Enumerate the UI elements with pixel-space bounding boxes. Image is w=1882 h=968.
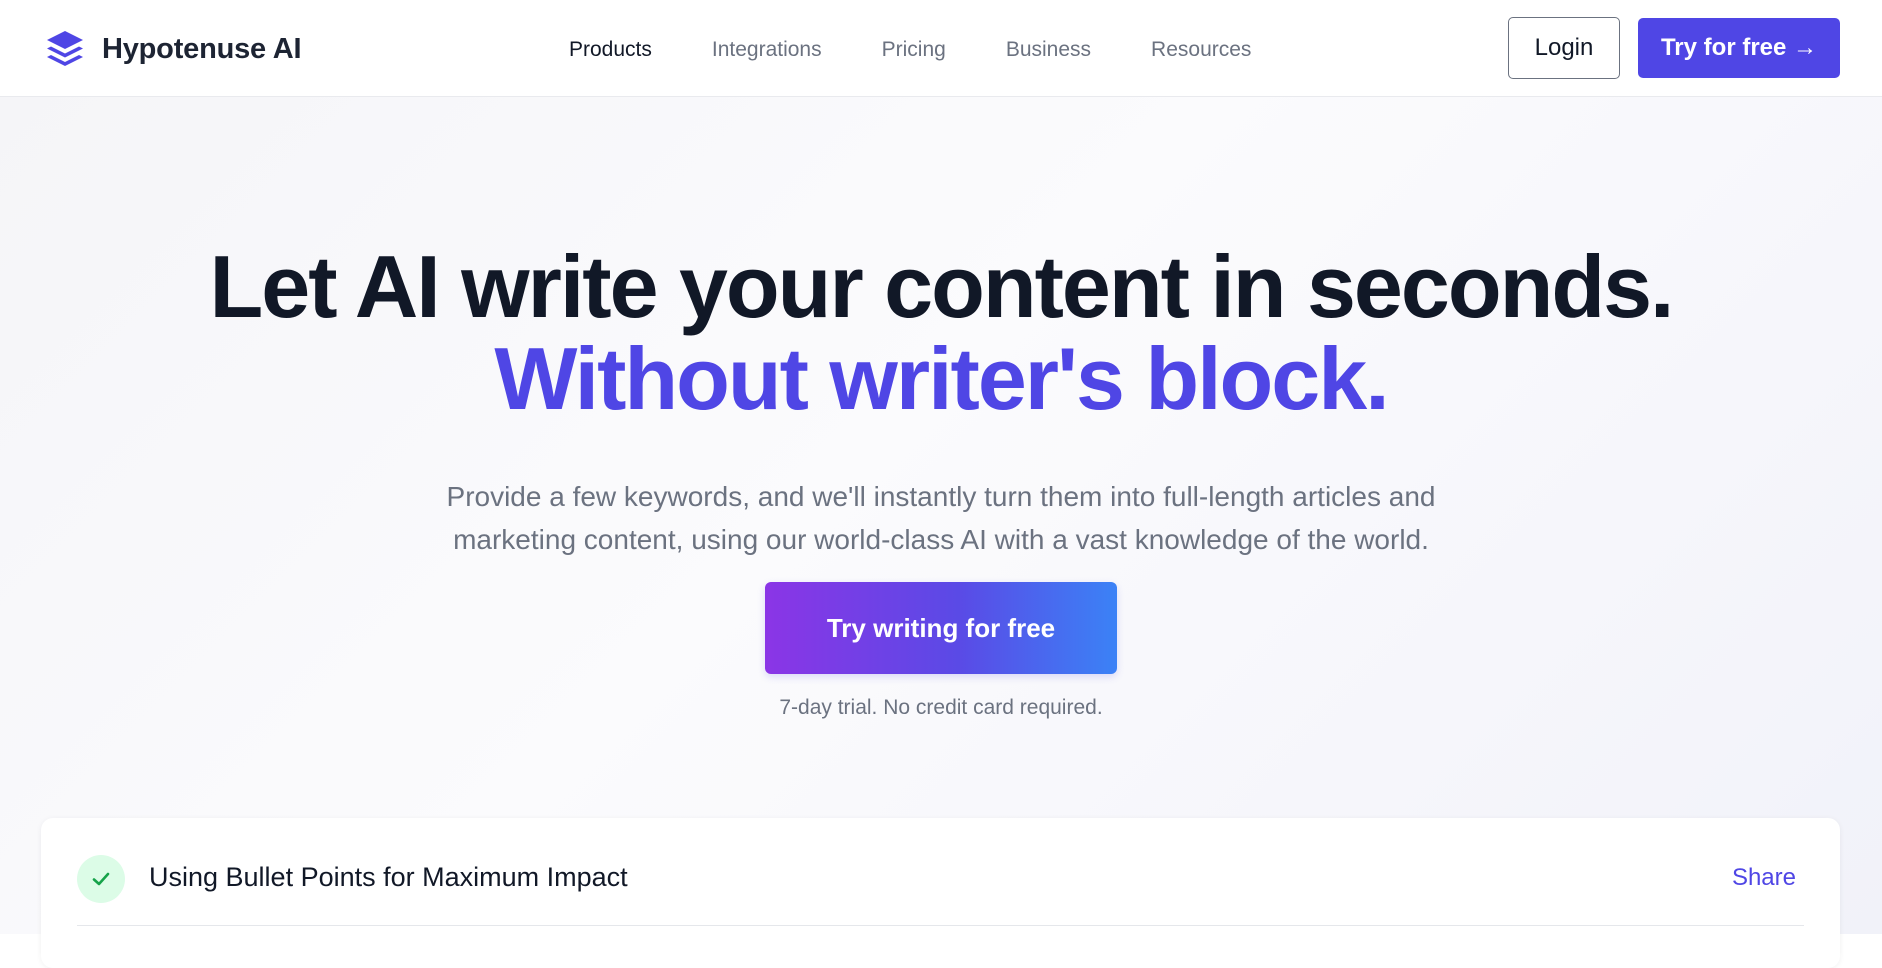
- hero-headline: Let AI write your content in seconds.: [209, 237, 1675, 336]
- share-link[interactable]: Share: [1732, 864, 1796, 892]
- brand-name: Hypotenuse AI: [102, 32, 302, 65]
- site-header: Hypotenuse AI Products Integrations Pric…: [0, 0, 1882, 97]
- check-icon: [77, 855, 125, 903]
- nav-item-pricing[interactable]: Pricing: [882, 38, 946, 62]
- login-button[interactable]: Login: [1508, 17, 1620, 79]
- nav-item-products[interactable]: Products: [569, 38, 652, 62]
- hero-subtitle: Provide a few keywords, and we'll instan…: [446, 481, 1436, 555]
- card-divider: [77, 925, 1804, 926]
- nav-item-business[interactable]: Business: [1006, 38, 1091, 62]
- brand-logo[interactable]: Hypotenuse AI: [44, 28, 302, 70]
- nav-item-integrations[interactable]: Integrations: [712, 38, 822, 62]
- hero-headline-accent: Without writer's block.: [494, 329, 1389, 428]
- card-title: Using Bullet Points for Maximum Impact: [149, 862, 628, 892]
- try-writing-button[interactable]: Try writing for free: [765, 582, 1117, 674]
- nav-item-resources[interactable]: Resources: [1151, 38, 1251, 62]
- trial-note: 7-day trial. No credit card required.: [779, 696, 1103, 719]
- main-nav: Products Integrations Pricing Business R…: [569, 38, 1251, 62]
- hero-section: Let AI write your content in seconds. Wi…: [0, 97, 1882, 934]
- layers-stack-icon: [47, 31, 83, 66]
- try-for-free-button[interactable]: Try for free →: [1638, 18, 1840, 78]
- demo-card: Using Bullet Points for Maximum Impact S…: [41, 818, 1840, 968]
